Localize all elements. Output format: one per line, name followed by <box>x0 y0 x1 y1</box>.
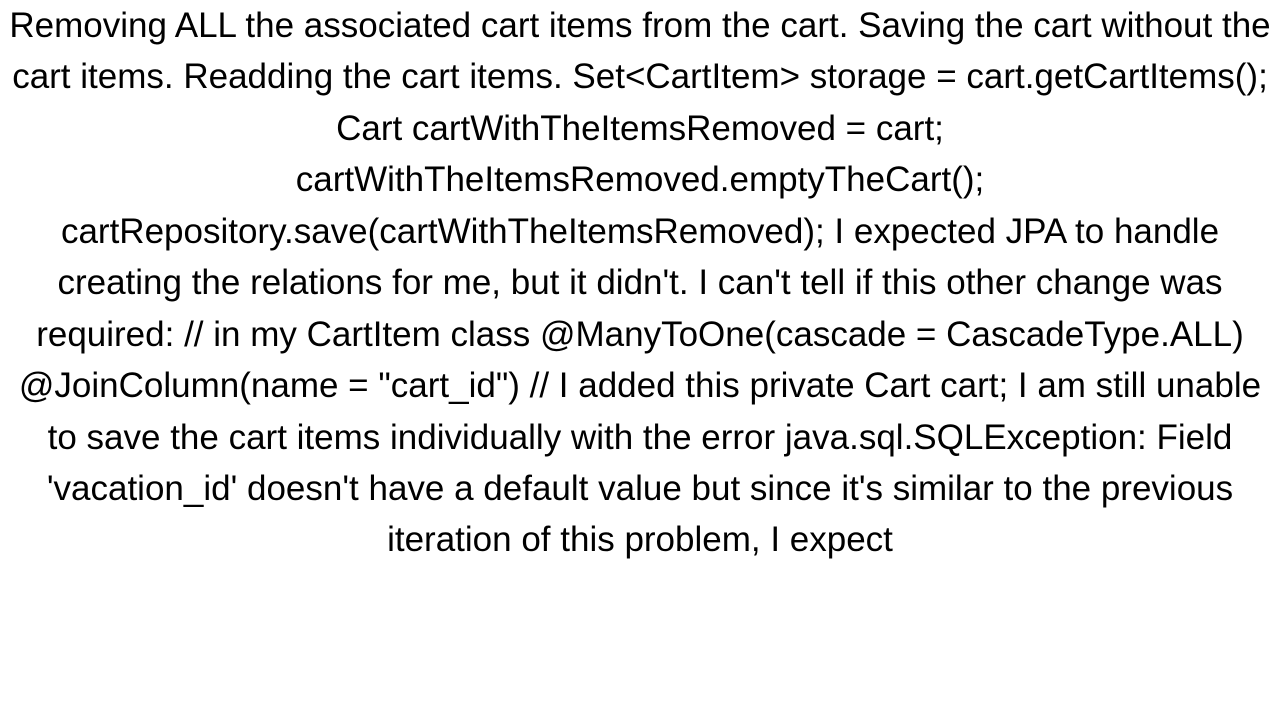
document-body: Removing ALL the associated cart items f… <box>0 0 1280 720</box>
